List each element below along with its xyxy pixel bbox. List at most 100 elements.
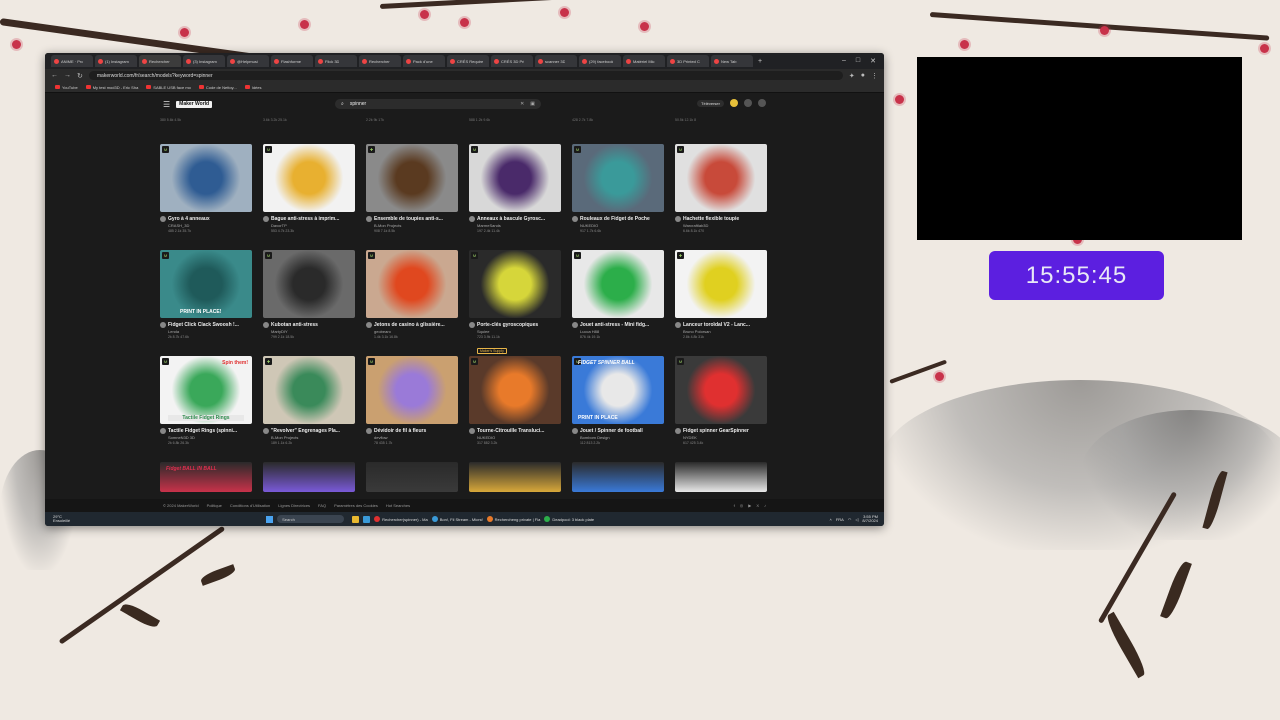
model-thumbnail[interactable]: M <box>263 144 355 212</box>
tray-chevron-icon[interactable]: ˄ <box>830 517 832 522</box>
back-icon[interactable]: ← <box>51 72 58 79</box>
model-title[interactable]: Kubotan anti-stress <box>271 322 318 328</box>
model-title[interactable]: "Revolver" Engrenages Pla... <box>271 428 340 434</box>
profile-icon[interactable]: ● <box>861 72 865 79</box>
model-thumbnail[interactable]: ✚ <box>366 144 458 212</box>
model-card[interactable] <box>675 462 767 492</box>
model-card[interactable] <box>469 462 561 492</box>
user-avatar[interactable] <box>758 99 766 107</box>
model-author[interactable]: NUKEDIO <box>572 223 664 228</box>
author-avatar[interactable] <box>572 216 578 222</box>
taskbar-search[interactable]: Search <box>277 515 345 523</box>
browser-tab[interactable]: 3D Printed C <box>667 55 709 67</box>
file-explorer-icon[interactable] <box>352 515 360 523</box>
model-thumbnail[interactable]: M FIDGET SPINNER BALL PRINT IN PLACE <box>572 356 664 424</box>
model-card[interactable]: M Tourne-Citrouille Transluci... NUKEDIO 31… <box>469 356 561 451</box>
model-card[interactable]: M Dévidoir de fil à fleurs devflow 78 435 1… <box>366 356 458 451</box>
taskbar-app[interactable]: Rechercheng private | Fla <box>486 516 540 522</box>
model-title[interactable]: Porte-clés gyroscopiques <box>477 322 538 328</box>
model-author[interactable]: SomneN3D 3D <box>160 435 252 440</box>
model-title[interactable]: Tactile Fidget Rings (spinni... <box>168 428 237 434</box>
browser-tab[interactable]: scanner 3D <box>535 55 577 67</box>
language-indicator[interactable]: FRA <box>836 517 844 522</box>
x-icon[interactable]: X <box>756 503 759 508</box>
model-card[interactable]: M Jetons de casino à glissière... geobearo… <box>366 250 458 345</box>
model-card[interactable] <box>572 462 664 492</box>
model-thumbnail[interactable]: M <box>160 144 252 212</box>
model-author[interactable]: Bombom Design <box>572 435 664 440</box>
model-card[interactable]: M Hachette flexible toupie Warcraftlab3D 6.… <box>675 144 767 239</box>
bookmark-item[interactable]: Idées <box>244 85 262 90</box>
model-thumbnail[interactable]: M <box>263 250 355 318</box>
model-thumbnail[interactable] <box>366 462 458 492</box>
globe-icon[interactable] <box>744 99 752 107</box>
url-input[interactable]: makerworld.com/fr/search/models?keyword=… <box>88 71 843 80</box>
model-title[interactable]: Gyro à 4 anneaux <box>168 216 210 222</box>
model-card[interactable]: M Spin them! Tactile Fidget Rings Tactile F… <box>160 356 252 451</box>
author-avatar[interactable] <box>469 428 475 434</box>
author-avatar[interactable] <box>675 322 681 328</box>
model-thumbnail[interactable]: M <box>469 356 561 424</box>
model-card[interactable] <box>366 462 458 492</box>
taskbar-app[interactable]: Bon!, Fil Stream - Micrsf <box>431 516 483 522</box>
model-thumbnail[interactable] <box>675 462 767 492</box>
site-logo[interactable]: Maker World <box>176 100 213 108</box>
model-author[interactable]: Lucca H88 <box>572 329 664 334</box>
upload-button[interactable]: Téléverser <box>697 99 724 107</box>
points-coin-icon[interactable] <box>730 99 738 107</box>
facebook-icon[interactable]: f <box>734 503 735 508</box>
start-icon[interactable] <box>266 515 274 523</box>
model-card[interactable]: M Rouleaux de Fidget de Poche NUKEDIO 917 1… <box>572 144 664 239</box>
model-title[interactable]: Bague anti-stress à imprim... <box>271 216 339 222</box>
model-author[interactable]: devflow <box>366 435 458 440</box>
model-card[interactable]: M Fidget spinner GearSpinner NYDEK 617 425 … <box>675 356 767 451</box>
taskbar-app[interactable]: Deadpool: 3 black plate <box>544 516 594 522</box>
footer-link[interactable]: FAQ <box>318 503 326 508</box>
model-card[interactable]: M PRINT IN PLACE! Fidget Click Clack Swoos… <box>160 250 252 345</box>
footer-link[interactable]: Politique <box>207 503 222 508</box>
model-author[interactable]: Lenda <box>160 329 252 334</box>
model-thumbnail[interactable]: M <box>572 250 664 318</box>
model-author[interactable]: CRASH_3D <box>160 223 252 228</box>
browser-tab[interactable]: @Helpmusi <box>227 55 269 67</box>
model-thumbnail[interactable]: M <box>469 250 561 318</box>
author-avatar[interactable] <box>675 216 681 222</box>
author-avatar[interactable] <box>263 322 269 328</box>
extensions-icon[interactable]: ✦ <box>849 72 855 80</box>
model-thumbnail[interactable]: M <box>675 144 767 212</box>
model-card[interactable]: M Anneaux à bascule Gyrosc... MarmeSands 19… <box>469 144 561 239</box>
author-avatar[interactable] <box>160 428 166 434</box>
instagram-icon[interactable]: ◎ <box>740 503 744 508</box>
model-thumbnail[interactable]: M <box>366 250 458 318</box>
model-card[interactable]: M Gyro à 4 anneaux CRASH_3D 485 2.1k 35.7k <box>160 144 252 239</box>
browser-tab[interactable]: CRÉS 3D Pri <box>491 55 533 67</box>
volume-icon[interactable]: ◁ <box>855 517 858 522</box>
browser-tab[interactable]: Pack d'une <box>403 55 445 67</box>
author-avatar[interactable] <box>263 428 269 434</box>
browser-tab[interactable]: New Tab <box>711 55 753 67</box>
author-avatar[interactable] <box>572 322 578 328</box>
model-title[interactable]: Fidget Click Clack Swoosh !... <box>168 322 239 328</box>
model-title[interactable]: Anneaux à bascule Gyrosc... <box>477 216 545 222</box>
model-thumbnail[interactable] <box>263 462 355 492</box>
model-author[interactable]: Bruno Polorsan <box>675 329 767 334</box>
model-title[interactable]: Tourne-Citrouille Transluci... <box>477 428 544 434</box>
model-card[interactable]: Fidget BALL IN BALL <box>160 462 252 492</box>
author-avatar[interactable] <box>263 216 269 222</box>
model-card[interactable]: M Bague anti-stress à imprim... DavorTP 553… <box>263 144 355 239</box>
model-card[interactable]: M FIDGET SPINNER BALL PRINT IN PLACE Jouet … <box>572 356 664 451</box>
close-icon[interactable]: ✕ <box>870 57 876 65</box>
browser-tab[interactable]: Flashforme <box>271 55 313 67</box>
model-author[interactable]: Squiee <box>469 329 561 334</box>
model-author[interactable]: geobearo <box>366 329 458 334</box>
model-title[interactable]: Hachette flexible toupie <box>683 216 739 222</box>
model-card[interactable]: ✚ "Revolver" Engrenages Pla... B-Mon Proje… <box>263 356 355 451</box>
model-thumbnail[interactable]: Fidget BALL IN BALL <box>160 462 252 492</box>
author-avatar[interactable] <box>469 216 475 222</box>
reload-icon[interactable]: ↻ <box>77 72 83 80</box>
browser-tab[interactable]: (1) Instagram <box>95 55 137 67</box>
model-title[interactable]: Lanceur toroïdal V2 - Lanc... <box>683 322 750 328</box>
model-card[interactable]: M Kubotan anti-stress MartyDIY 799 2.1k 18.… <box>263 250 355 345</box>
clock[interactable]: 3:55 PM 8/7/2024 <box>862 515 878 523</box>
youtube-icon[interactable]: ▶ <box>748 503 751 508</box>
